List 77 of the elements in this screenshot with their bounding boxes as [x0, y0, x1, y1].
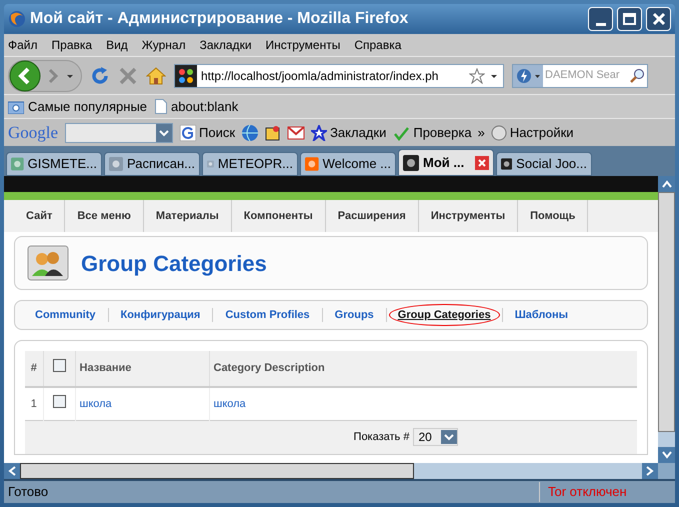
- checkbox[interactable]: [52, 394, 66, 408]
- minimize-button[interactable]: [588, 7, 613, 31]
- bookmark-link[interactable]: about:blank: [171, 96, 238, 116]
- toolbar-button[interactable]: Проверка: [413, 122, 472, 142]
- table-link[interactable]: школа: [209, 387, 637, 420]
- radio-icon: [490, 124, 507, 140]
- menu-item[interactable]: Справка: [354, 36, 402, 54]
- browser-tab[interactable]: Social Joo...: [496, 152, 592, 176]
- page-title: Group Categories: [81, 250, 267, 278]
- tab-favicon-icon: [109, 156, 123, 172]
- back-forward-control[interactable]: [8, 60, 82, 92]
- mail-icon[interactable]: [287, 126, 306, 140]
- tab-favicon-icon: [501, 156, 512, 172]
- bookmark-star-icon[interactable]: [469, 68, 485, 84]
- menu-item[interactable]: Журнал: [142, 36, 186, 54]
- browser-tab[interactable]: GISMETE...: [6, 152, 102, 176]
- search-engine-icon[interactable]: [513, 64, 543, 86]
- url-text: http://localhost/joomla/administrator/index.ph: [201, 68, 440, 84]
- toolbar-button[interactable]: Настройки: [510, 122, 574, 142]
- google-g-icon: [180, 124, 196, 140]
- browser-logo-icon: [8, 10, 26, 28]
- submenu-link[interactable]: Конфигурация: [110, 304, 210, 326]
- search-field[interactable]: DAEMON Sear: [543, 67, 629, 84]
- browser-tab[interactable]: Расписан...: [104, 152, 200, 176]
- tab-favicon-icon: [305, 156, 319, 172]
- maximize-button[interactable]: [617, 7, 642, 31]
- browser-tab[interactable]: Welcome ...: [300, 152, 396, 176]
- column-header: #: [25, 351, 43, 387]
- address-bar[interactable]: http://localhost/joomla/administrator/index.ph: [174, 64, 504, 88]
- scrollbar-corner: [658, 463, 675, 479]
- spellcheck-icon: [392, 124, 410, 140]
- submenu-link[interactable]: Шаблоны: [504, 304, 578, 326]
- menu-item[interactable]: Закладки: [200, 36, 252, 54]
- browser-tab[interactable]: METEOPR...: [202, 152, 298, 176]
- globe-icon[interactable]: [241, 124, 260, 142]
- puzzle-icon[interactable]: [265, 124, 282, 140]
- folder-search-icon: [8, 100, 24, 114]
- close-button[interactable]: [646, 7, 671, 31]
- scroll-up-icon[interactable]: [662, 180, 672, 188]
- scroll-left-icon[interactable]: [8, 466, 16, 476]
- close-icon: [652, 12, 666, 26]
- window-title: Мой сайт - Администрирование - Mozilla Firefox: [30, 9, 410, 29]
- toolbar-button[interactable]: Поиск: [199, 122, 236, 142]
- users-icon: [27, 245, 69, 281]
- tab-close-icon[interactable]: [475, 156, 489, 170]
- vertical-scrollbar[interactable]: [658, 176, 675, 463]
- menu-item[interactable]: Правка: [52, 36, 92, 54]
- browser-tab[interactable]: Мой ...: [398, 149, 494, 176]
- scroll-down-icon[interactable]: [662, 451, 672, 459]
- submenu-link[interactable]: Custom Profiles: [215, 304, 320, 326]
- scroll-right-icon[interactable]: [646, 466, 654, 476]
- page-icon: [155, 99, 168, 114]
- submenu-link[interactable]: Groups: [324, 304, 384, 326]
- toolbar-button[interactable]: Закладки: [330, 122, 386, 142]
- google-logo: Google: [8, 122, 58, 144]
- tab-favicon-icon: [11, 156, 24, 172]
- page-size-select[interactable]: 20: [413, 428, 458, 446]
- search-bar[interactable]: DAEMON Sear: [512, 64, 648, 88]
- menu-item[interactable]: Вид: [106, 36, 128, 54]
- column-header: Название: [75, 351, 209, 387]
- status-text: Готово: [7, 483, 50, 502]
- reload-icon[interactable]: [90, 66, 110, 86]
- home-icon[interactable]: [146, 66, 166, 86]
- google-search-field[interactable]: [65, 122, 174, 142]
- tab-favicon-icon: [403, 154, 419, 170]
- site-favicon-icon: [175, 64, 197, 86]
- horizontal-scrollbar[interactable]: [4, 463, 675, 479]
- star-icon: [311, 124, 328, 140]
- menu-item[interactable]: Инструменты: [266, 36, 340, 54]
- menu-item[interactable]: Файл: [8, 36, 38, 54]
- bookmark-link[interactable]: Самые популярные: [28, 96, 148, 116]
- search-icon[interactable]: [629, 68, 645, 84]
- submenu-link[interactable]: Group Categories: [388, 304, 500, 326]
- submenu-link[interactable]: Community: [25, 304, 106, 326]
- checkbox[interactable]: [52, 359, 66, 372]
- page-size-label: Показать #: [354, 430, 410, 445]
- toolbar-button[interactable]: »: [478, 122, 485, 142]
